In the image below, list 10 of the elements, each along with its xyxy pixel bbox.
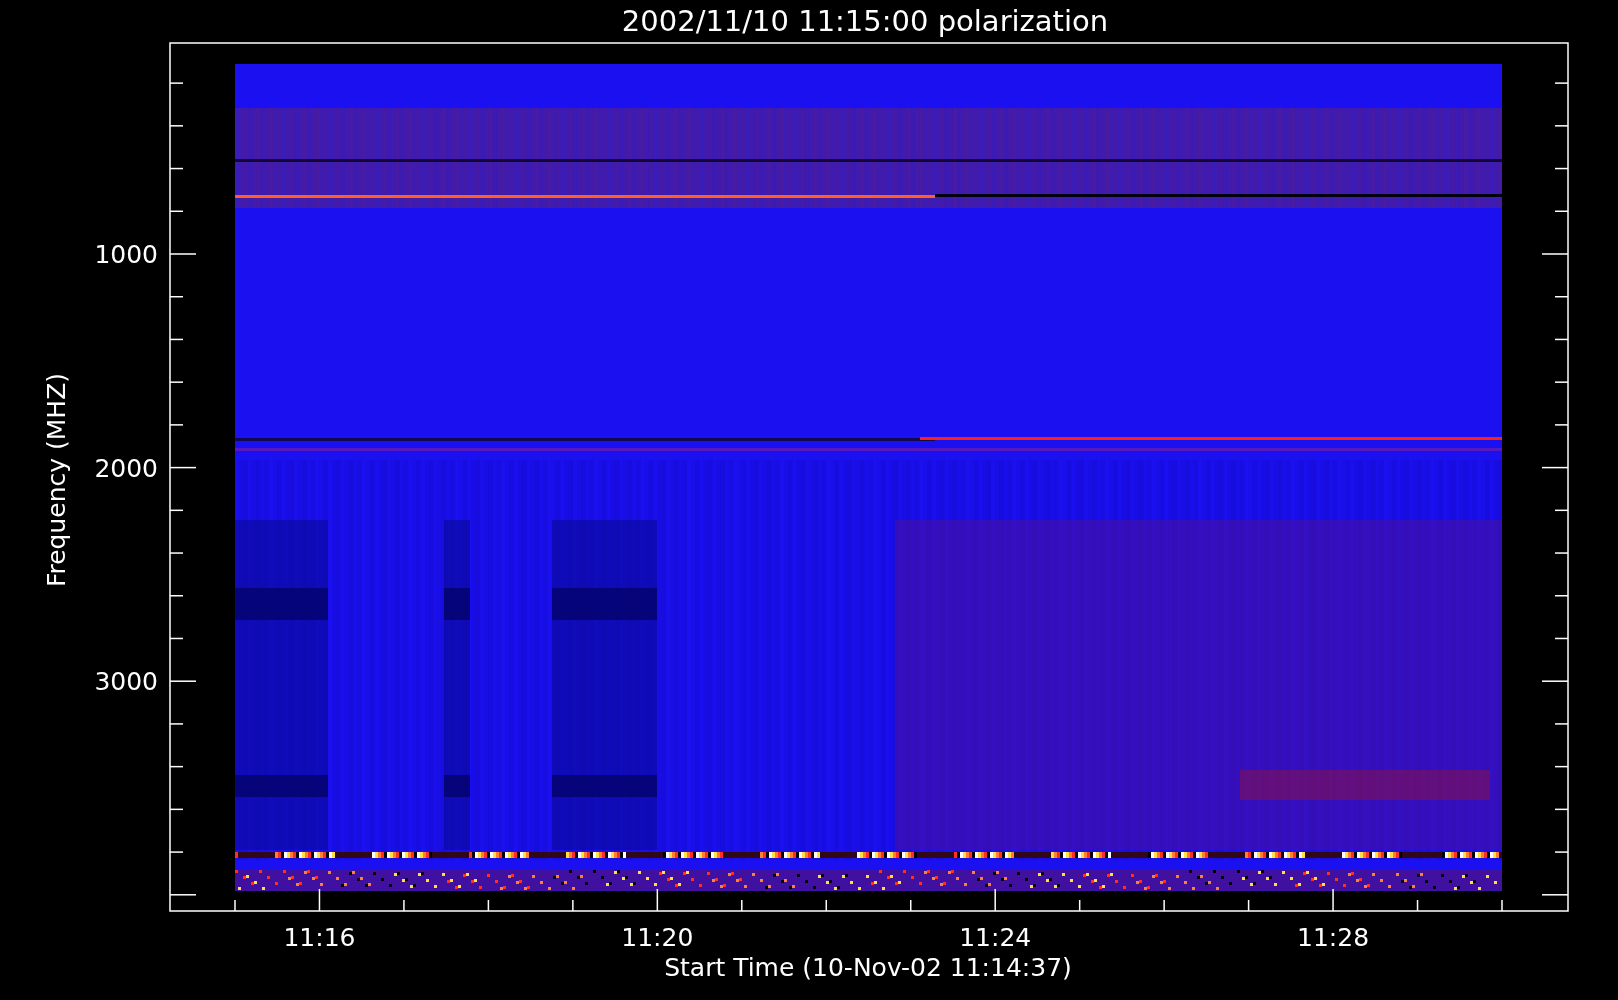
x-axis-label: Start Time (10-Nov-02 11:14:37): [664, 953, 1072, 982]
x-tick-label: 11:28: [1297, 923, 1370, 952]
y-tick-label: 1000: [94, 240, 158, 269]
y-tick-label: 3000: [94, 667, 158, 697]
x-tick-label: 11:20: [621, 923, 694, 952]
x-tick-label: 11:16: [283, 923, 356, 952]
y-tick-label: 2000: [94, 453, 158, 483]
y-axis-label: Frequency (MHZ): [42, 372, 71, 588]
x-tick-label: 11:24: [959, 923, 1032, 952]
plot-title: 2002/11/10 11:15:00 polarization: [621, 4, 1109, 38]
